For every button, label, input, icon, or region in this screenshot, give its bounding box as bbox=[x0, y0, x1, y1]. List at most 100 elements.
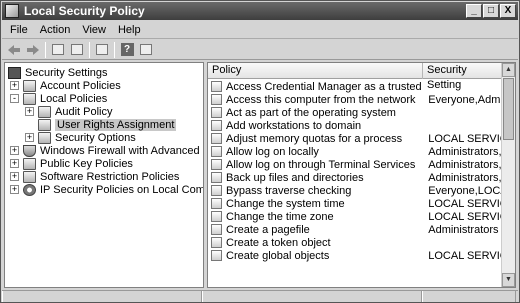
tree-item-software-restriction-policies[interactable]: + Software Restriction Policies bbox=[10, 170, 179, 183]
expand-icon[interactable]: + bbox=[25, 133, 34, 142]
column-header-policy[interactable]: Policy bbox=[208, 63, 423, 79]
list-row[interactable]: Change the system time LOCAL SERVICE,A bbox=[208, 197, 502, 210]
menu-view[interactable]: View bbox=[76, 24, 112, 36]
list-row[interactable]: Allow log on locally Administrators,User… bbox=[208, 145, 502, 158]
list-row[interactable]: Bypass traverse checking Everyone,LOCAL … bbox=[208, 184, 502, 197]
tree-item-public-key-policies[interactable]: + Public Key Policies bbox=[10, 157, 133, 170]
policy-list-view[interactable]: Policy Security Setting Access Credentia… bbox=[207, 62, 516, 288]
list-row[interactable]: Allow log on through Terminal Services A… bbox=[208, 158, 502, 171]
policy-name: Bypass traverse checking bbox=[226, 184, 352, 197]
tree-item-label: Account Policies bbox=[40, 79, 121, 92]
tree-item-label: IP Security Policies on Local Computer bbox=[40, 183, 204, 196]
tree-item-account-policies[interactable]: + Account Policies bbox=[10, 79, 121, 92]
toolbar-separator bbox=[114, 41, 115, 58]
back-arrow-icon[interactable] bbox=[6, 42, 22, 58]
title-bar[interactable]: Local Security Policy _ □ X bbox=[2, 2, 518, 20]
tree-item-label: Software Restriction Policies bbox=[40, 170, 180, 183]
policy-icon bbox=[211, 146, 222, 157]
minimize-button[interactable]: _ bbox=[466, 4, 482, 18]
maximize-button[interactable]: □ bbox=[483, 4, 499, 18]
policy-icon bbox=[211, 224, 222, 235]
expand-icon[interactable]: + bbox=[10, 81, 19, 90]
vertical-scrollbar[interactable]: ▲ ▼ bbox=[501, 63, 515, 287]
forward-arrow-icon[interactable] bbox=[25, 42, 41, 58]
policy-name: Act as part of the operating system bbox=[226, 106, 396, 119]
folder-icon bbox=[23, 92, 36, 105]
expand-icon[interactable]: + bbox=[25, 107, 34, 116]
policy-name: Add workstations to domain bbox=[226, 119, 362, 132]
column-header-security-setting[interactable]: Security Setting bbox=[423, 63, 502, 91]
status-segment bbox=[2, 291, 202, 302]
policy-name: Change the time zone bbox=[226, 210, 334, 223]
expand-icon[interactable]: + bbox=[10, 172, 19, 181]
help-icon[interactable]: ? bbox=[119, 42, 135, 58]
scroll-down-icon[interactable]: ▼ bbox=[502, 273, 515, 287]
expand-icon[interactable]: + bbox=[10, 146, 19, 155]
list-row[interactable]: Create global objects LOCAL SERVICE,N bbox=[208, 249, 502, 262]
collapse-icon[interactable]: - bbox=[10, 94, 19, 103]
up-folder-icon[interactable] bbox=[50, 42, 66, 58]
tree-item-audit-policy[interactable]: + Audit Policy bbox=[25, 105, 112, 118]
list-row[interactable]: Act as part of the operating system bbox=[208, 106, 502, 119]
export-list-icon[interactable] bbox=[94, 42, 110, 58]
policy-name: Access Credential Manager as a trusted c… bbox=[226, 80, 425, 93]
policy-name: Allow log on through Terminal Services bbox=[226, 158, 416, 171]
policy-icon bbox=[211, 172, 222, 183]
console-tree[interactable]: Security Settings + Account Policies - L… bbox=[4, 62, 204, 288]
close-button[interactable]: X bbox=[500, 4, 516, 18]
expand-icon[interactable]: + bbox=[10, 159, 19, 168]
local-security-policy-window: Local Security Policy _ □ X File Action … bbox=[0, 0, 520, 303]
policy-icon bbox=[211, 120, 222, 131]
tree-item-security-settings[interactable]: Security Settings bbox=[8, 66, 108, 79]
tree-item-user-rights-assignment[interactable]: User Rights Assignment bbox=[38, 118, 177, 131]
security-setting: Everyone,LOCAL S bbox=[428, 184, 502, 197]
security-setting: Administrators,Remo bbox=[428, 158, 502, 171]
policy-name: Adjust memory quotas for a process bbox=[226, 132, 403, 145]
menu-help[interactable]: Help bbox=[112, 24, 147, 36]
properties-icon[interactable] bbox=[138, 42, 154, 58]
tree-item-local-policies[interactable]: - Local Policies bbox=[10, 92, 107, 105]
security-policy-app-icon bbox=[5, 4, 19, 18]
folder-icon bbox=[23, 170, 36, 183]
security-setting: Everyone,Administra bbox=[428, 93, 502, 106]
policy-icon bbox=[211, 250, 222, 261]
security-setting: Administrators bbox=[428, 223, 499, 236]
tree-item-label: Public Key Policies bbox=[40, 157, 133, 170]
policy-icon bbox=[211, 185, 222, 196]
policy-icon bbox=[211, 94, 222, 105]
security-setting: Administrators,Users bbox=[428, 145, 502, 158]
scrollbar-thumb[interactable] bbox=[503, 78, 514, 140]
tree-item-security-options[interactable]: + Security Options bbox=[25, 131, 136, 144]
list-row[interactable]: Access this computer from the network Ev… bbox=[208, 93, 502, 106]
tree-item-windows-firewall[interactable]: + Windows Firewall with Advanced Securit… bbox=[10, 144, 203, 157]
list-row[interactable]: Change the time zone LOCAL SERVICE,A bbox=[208, 210, 502, 223]
tree-item-label: Windows Firewall with Advanced Security bbox=[40, 144, 203, 157]
list-row[interactable]: Create a pagefile Administrators bbox=[208, 223, 502, 236]
expand-icon[interactable]: + bbox=[10, 185, 19, 194]
tree-item-label: Security Options bbox=[55, 131, 136, 144]
list-row[interactable]: Create a token object bbox=[208, 236, 502, 249]
list-row[interactable]: Adjust memory quotas for a process LOCAL… bbox=[208, 132, 502, 145]
show-hide-tree-icon[interactable] bbox=[69, 42, 85, 58]
status-segment bbox=[202, 291, 422, 302]
list-row[interactable]: Back up files and directories Administra… bbox=[208, 171, 502, 184]
policy-icon bbox=[211, 107, 222, 118]
tree-item-ip-security-policies[interactable]: + IP Security Policies on Local Computer bbox=[10, 183, 204, 196]
security-setting: Administrators,Backu bbox=[428, 171, 502, 184]
security-setting: LOCAL SERVICE,A bbox=[428, 210, 502, 223]
policy-icon bbox=[211, 159, 222, 170]
tree-item-label: User Rights Assignment bbox=[55, 118, 177, 131]
menu-action[interactable]: Action bbox=[34, 24, 77, 36]
toolbar-separator bbox=[45, 41, 46, 58]
security-setting: LOCAL SERVICE,N bbox=[428, 132, 502, 145]
list-row[interactable]: Add workstations to domain bbox=[208, 119, 502, 132]
firewall-shield-icon bbox=[23, 144, 36, 157]
policy-icon bbox=[211, 211, 222, 222]
toolbar-separator bbox=[89, 41, 90, 58]
scroll-up-icon[interactable]: ▲ bbox=[502, 63, 515, 77]
security-setting: LOCAL SERVICE,A bbox=[428, 197, 502, 210]
folder-icon bbox=[23, 157, 36, 170]
list-row[interactable]: Access Credential Manager as a trusted c… bbox=[208, 80, 502, 93]
policy-icon bbox=[211, 133, 222, 144]
menu-file[interactable]: File bbox=[2, 24, 34, 36]
